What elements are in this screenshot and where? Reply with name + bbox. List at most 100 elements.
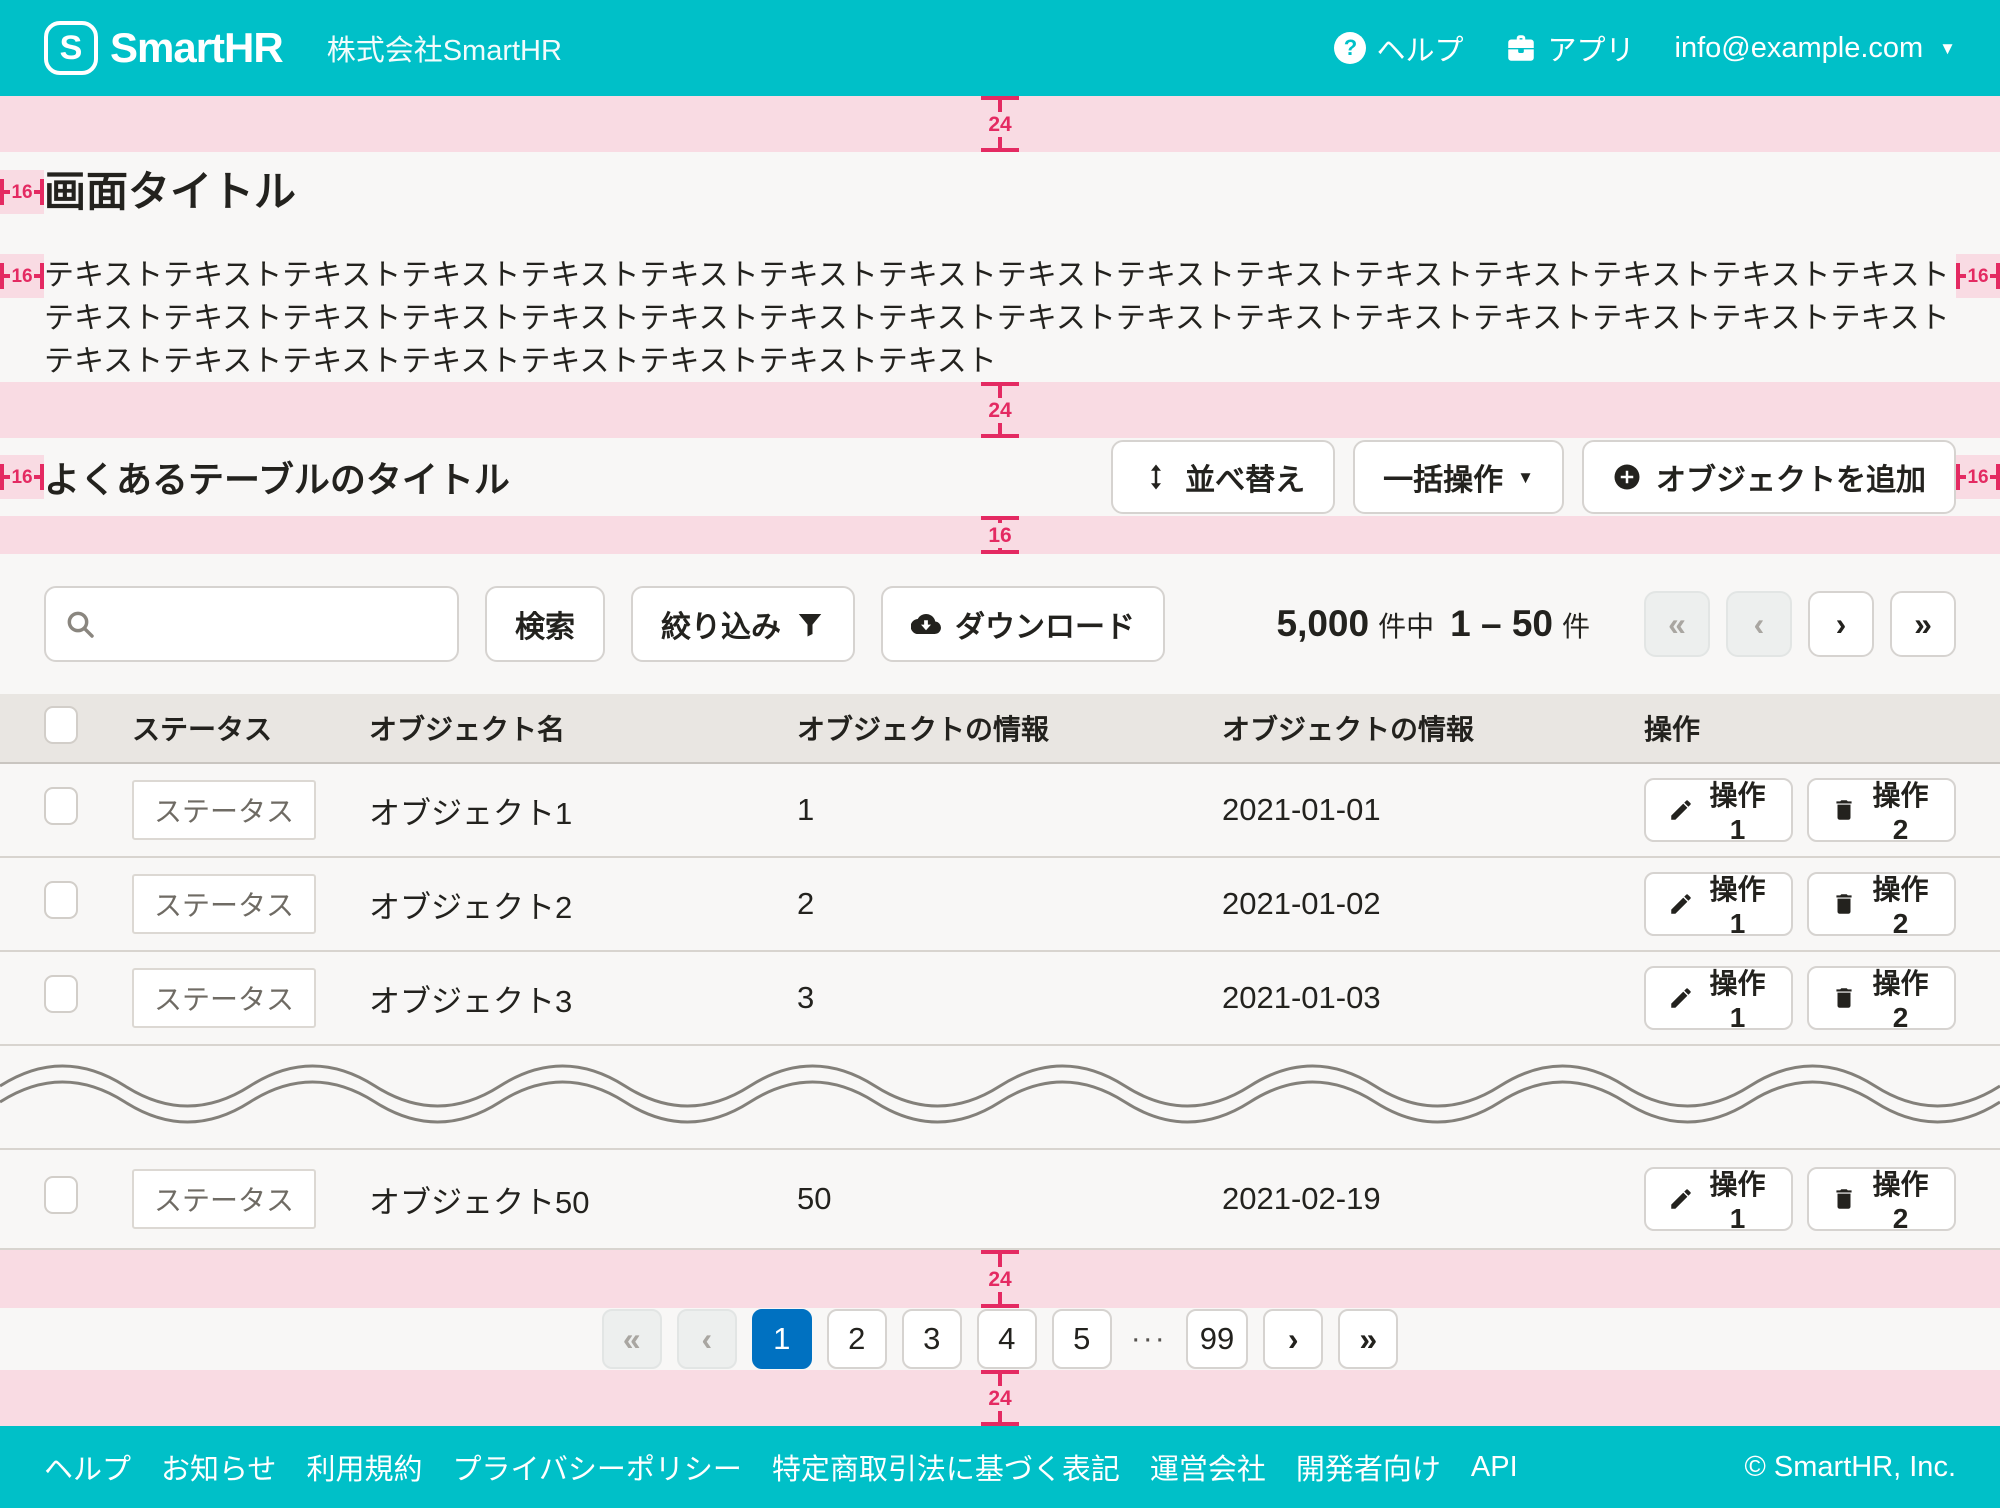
smarthr-logo-icon[interactable]: S xyxy=(44,21,98,75)
table-row: ステータス オブジェクト2 2 2021-01-02 操作1 操作2 xyxy=(0,858,2000,952)
next-page-button[interactable]: › xyxy=(1263,1309,1323,1369)
edit-button[interactable]: 操作1 xyxy=(1644,966,1793,1030)
spacing-band-24: 24 xyxy=(0,1250,2000,1308)
range-count: 1 – 50 xyxy=(1450,603,1553,645)
apps-menu[interactable]: アプリ xyxy=(1504,27,1635,69)
copyright: © SmartHR, Inc. xyxy=(1744,1451,1956,1484)
brand-name[interactable]: SmartHR xyxy=(110,24,283,72)
object-info1: 50 xyxy=(797,1181,1222,1217)
footer-link-help[interactable]: ヘルプ xyxy=(44,1446,131,1488)
bulk-action-button[interactable]: 一括操作 ▼ xyxy=(1353,440,1564,514)
intro-section: 16 画面タイトル 16 16 テキストテキストテキストテキストテキストテキスト… xyxy=(0,152,2000,382)
page-button-4[interactable]: 4 xyxy=(977,1309,1037,1369)
delete-button[interactable]: 操作2 xyxy=(1807,778,1956,842)
footer-link-api[interactable]: API xyxy=(1471,1451,1518,1484)
help-menu[interactable]: ? ヘルプ xyxy=(1334,27,1463,69)
object-info2: 2021-01-02 xyxy=(1222,886,1644,922)
top-pager: « ‹ › » xyxy=(1644,591,1956,657)
filter-button[interactable]: 絞り込み xyxy=(631,586,855,662)
row-checkbox[interactable] xyxy=(44,787,78,825)
footer-link-news[interactable]: お知らせ xyxy=(161,1446,276,1488)
account-email: info@example.com xyxy=(1675,32,1924,65)
status-badge: ステータス xyxy=(132,874,316,934)
status-badge: ステータス xyxy=(132,968,316,1028)
page-title: 画面タイトル xyxy=(44,164,1956,220)
pagination-ellipsis: ··· xyxy=(1127,1322,1171,1356)
page-button-99[interactable]: 99 xyxy=(1186,1309,1248,1369)
spacing-measure-24: 24 xyxy=(981,1250,1019,1308)
page-button-5[interactable]: 5 xyxy=(1052,1309,1112,1369)
edit-button[interactable]: 操作1 xyxy=(1644,872,1793,936)
spacing-measure-16: 16 xyxy=(981,516,1019,554)
page-button-1[interactable]: 1 xyxy=(752,1309,812,1369)
next-page-button[interactable]: › xyxy=(1808,591,1874,657)
filter-funnel-icon xyxy=(795,609,825,639)
last-page-button[interactable]: » xyxy=(1890,591,1956,657)
delete-button[interactable]: 操作2 xyxy=(1807,872,1956,936)
footer-link-developers[interactable]: 開発者向け xyxy=(1296,1446,1441,1488)
search-input[interactable] xyxy=(106,607,439,641)
chevron-down-icon: ▼ xyxy=(1517,469,1534,486)
row-checkbox[interactable] xyxy=(44,881,78,919)
object-info2: 2021-01-01 xyxy=(1222,792,1644,828)
delete-button[interactable]: 操作2 xyxy=(1807,966,1956,1030)
result-count: 5,000 件中 1 – 50 件 xyxy=(1277,603,1591,645)
apps-label: アプリ xyxy=(1548,27,1635,69)
page-button-3[interactable]: 3 xyxy=(902,1309,962,1369)
prev-page-button[interactable]: ‹ xyxy=(1726,591,1792,657)
sort-updown-icon xyxy=(1141,462,1171,492)
help-icon: ? xyxy=(1334,32,1366,64)
search-button[interactable]: 検索 xyxy=(485,586,605,662)
last-page-button[interactable]: » xyxy=(1338,1309,1398,1369)
footer-link-privacy[interactable]: プライバシーポリシー xyxy=(452,1446,741,1488)
object-table: ステータス オブジェクト名 オブジェクトの情報 オブジェクトの情報 操作 ステー… xyxy=(0,694,2000,1250)
bottom-pagination: « ‹ 1 2 3 4 5 ··· 99 › » xyxy=(0,1308,2000,1370)
object-name: オブジェクト2 xyxy=(369,882,797,927)
help-label: ヘルプ xyxy=(1376,27,1463,69)
briefcase-icon xyxy=(1504,31,1538,65)
footer-link-commerce-law[interactable]: 特定商取引法に基づく表記 xyxy=(772,1446,1120,1488)
trash-icon xyxy=(1831,1186,1857,1212)
spacing-band-24: 24 xyxy=(0,96,2000,152)
edit-button[interactable]: 操作1 xyxy=(1644,778,1793,842)
column-header-status: ステータス xyxy=(132,708,369,748)
footer-link-terms[interactable]: 利用規約 xyxy=(306,1446,422,1488)
first-page-button[interactable]: « xyxy=(1644,591,1710,657)
search-icon xyxy=(64,608,96,640)
spacing-band-24: 24 xyxy=(0,382,2000,438)
select-all-checkbox[interactable] xyxy=(44,706,78,744)
delete-button[interactable]: 操作2 xyxy=(1807,1167,1956,1231)
sort-button[interactable]: 並べ替え xyxy=(1111,440,1335,514)
download-button[interactable]: ダウンロード xyxy=(881,586,1165,662)
object-name: オブジェクト3 xyxy=(369,976,797,1021)
column-header-info1: オブジェクトの情報 xyxy=(797,708,1222,748)
spacing-measure-24: 24 xyxy=(981,382,1019,438)
table-title: よくあるテーブルのタイトル xyxy=(44,451,510,503)
table-title-row: 16 よくあるテーブルのタイトル 並べ替え 一括操作 ▼ オブジェクトを追加 1… xyxy=(0,438,2000,516)
row-checkbox[interactable] xyxy=(44,1176,78,1214)
object-info1: 2 xyxy=(797,886,1222,922)
row-checkbox[interactable] xyxy=(44,975,78,1013)
truncation-wave-separator xyxy=(0,1046,2000,1150)
margin-measure-16: 16 xyxy=(0,254,44,298)
edit-button[interactable]: 操作1 xyxy=(1644,1167,1793,1231)
spacing-measure-24: 24 xyxy=(981,1370,1019,1426)
margin-measure-16: 16 xyxy=(0,455,44,499)
first-page-button[interactable]: « xyxy=(602,1309,662,1369)
table-header-row: ステータス オブジェクト名 オブジェクトの情報 オブジェクトの情報 操作 xyxy=(0,694,2000,764)
pencil-icon xyxy=(1668,985,1694,1011)
header-nav: ? ヘルプ アプリ info@example.com ▼ xyxy=(1334,27,1956,69)
search-box[interactable] xyxy=(44,586,459,662)
add-object-button[interactable]: オブジェクトを追加 xyxy=(1582,440,1956,514)
table-row: ステータス オブジェクト3 3 2021-01-03 操作1 操作2 xyxy=(0,952,2000,1046)
account-dropdown[interactable]: info@example.com ▼ xyxy=(1675,32,1956,65)
footer-link-company[interactable]: 運営会社 xyxy=(1150,1446,1266,1488)
table-toolbar: 検索 絞り込み ダウンロード 5,000 件中 1 – 50 件 « ‹ › » xyxy=(0,554,2000,694)
prev-page-button[interactable]: ‹ xyxy=(677,1309,737,1369)
object-info1: 1 xyxy=(797,792,1222,828)
trash-icon xyxy=(1831,985,1857,1011)
chevron-down-icon: ▼ xyxy=(1939,40,1956,57)
tenant-name: 株式会社SmartHR xyxy=(327,27,562,69)
page-button-2[interactable]: 2 xyxy=(827,1309,887,1369)
object-info2: 2021-02-19 xyxy=(1222,1181,1644,1217)
